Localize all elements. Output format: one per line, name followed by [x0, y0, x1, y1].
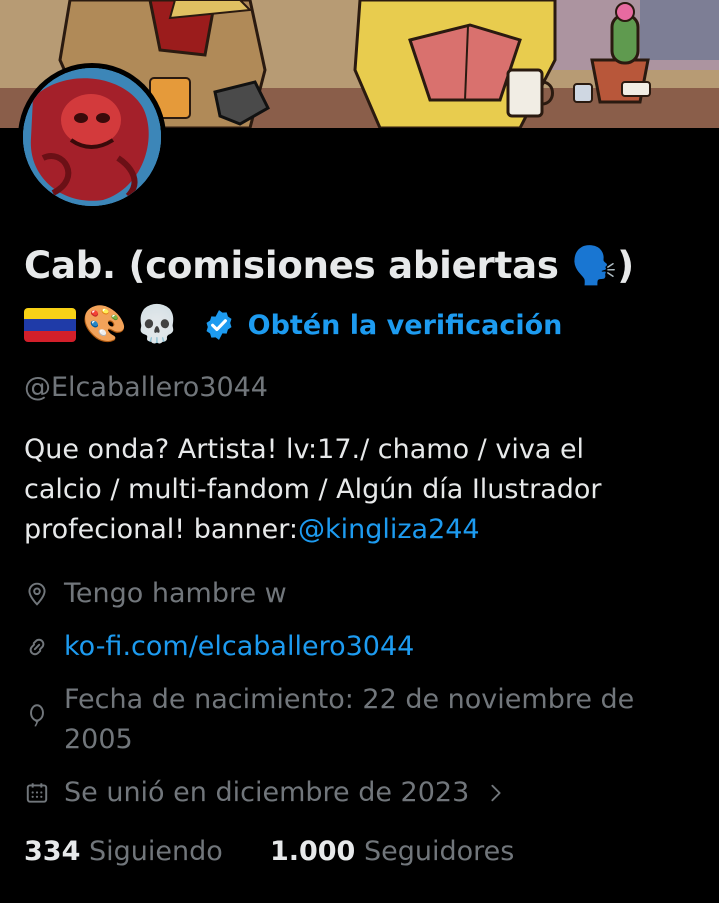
following-label: Siguiendo [88, 836, 223, 867]
link-icon [29, 638, 45, 656]
avatar[interactable] [18, 63, 166, 211]
mention-link[interactable]: @kingliza244 [298, 514, 480, 545]
skull-emoji: 💀 [134, 304, 180, 345]
following-stat[interactable]: 334 Siguiendo [24, 836, 223, 867]
birthday-row: Fecha de nacimiento: 22 de noviembre de 2… [24, 680, 704, 760]
following-count: 334 [24, 836, 81, 867]
avatar-illustration [23, 68, 161, 206]
display-name: Cab. (comisiones abiertas 🗣️) [24, 244, 634, 287]
followers-count: 1.000 [269, 836, 356, 867]
location-text: Tengo hambre w [64, 578, 287, 609]
followers-label: Seguidores [363, 836, 515, 867]
website-link[interactable]: ko-fi.com/elcaballero3044 [64, 627, 414, 667]
birthday-line: Fecha de nacimiento: 22 de noviembre de [64, 684, 635, 715]
location-pin-icon [28, 582, 46, 606]
bio-line: Que onda? Artista! lv:17./ chamo / viva … [24, 434, 585, 465]
followers-stat[interactable]: 1.000 Seguidores [270, 836, 514, 867]
location-row: Tengo hambre w [24, 574, 287, 614]
birthday-line: 2005 [64, 724, 133, 755]
user-handle: @Elcaballero3044 [24, 372, 268, 403]
get-verified-link[interactable]: Obtén la verificación [248, 310, 563, 341]
calendar-icon [26, 783, 48, 803]
bio-line: profecional! banner:@kingliza244 [24, 510, 704, 550]
bio-text: profecional! banner: [24, 514, 298, 545]
verified-badge-icon[interactable] [202, 308, 236, 342]
bio: Que onda? Artista! lv:17./ chamo / viva … [24, 430, 704, 550]
venezuela-flag-emoji [24, 308, 76, 342]
avatar-image [23, 68, 161, 206]
website-row: ko-fi.com/elcaballero3044 [24, 627, 414, 667]
joined-text: Se unió en diciembre de 2023 [64, 777, 470, 808]
follow-stats: 334 Siguiendo 1.000 Seguidores [24, 836, 514, 867]
palette-emoji: 🎨 [82, 304, 127, 345]
chevron-right-icon[interactable] [485, 782, 507, 804]
bio-line: calcio / multi-fandom / Algún día Ilustr… [24, 474, 602, 505]
name-badges-row: 🎨 💀 Obtén la verificación [24, 300, 562, 350]
balloon-icon [30, 704, 44, 727]
joined-row[interactable]: Se unió en diciembre de 2023 [24, 773, 507, 813]
birthday-text: Fecha de nacimiento: 22 de noviembre de 2… [64, 680, 634, 760]
